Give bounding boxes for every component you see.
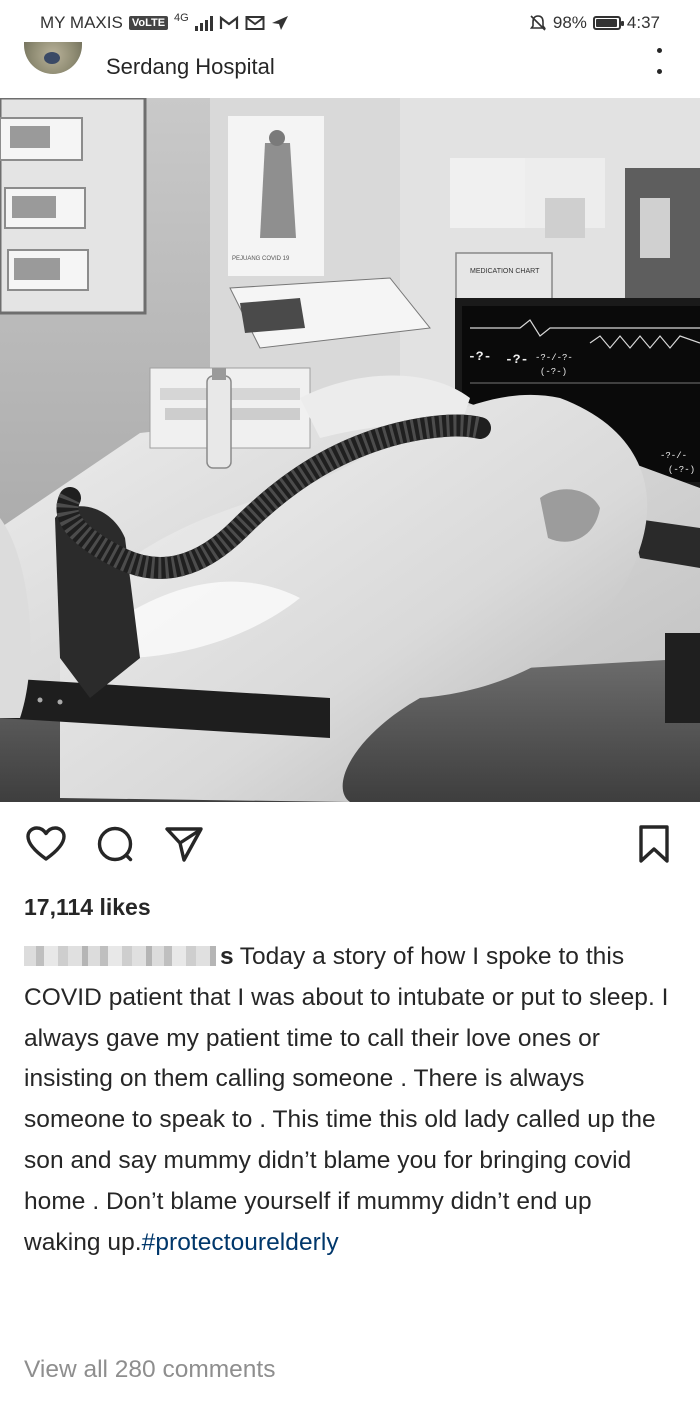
status-left: MY MAXIS VoLTE 4G — [40, 12, 289, 33]
like-button[interactable] — [24, 822, 68, 866]
monitor-reading-2: -?- — [505, 352, 528, 367]
save-button[interactable] — [632, 822, 676, 866]
view-comments-link[interactable]: View all 280 comments — [24, 1356, 275, 1384]
post-actions — [0, 822, 700, 878]
send-status-icon — [271, 16, 288, 30]
medication-chart-label: MEDICATION CHART — [470, 268, 540, 275]
bookmark-icon — [639, 825, 669, 863]
username-tail[interactable]: s — [220, 943, 234, 970]
poster-caption: PEJUANG COVID 19 — [232, 256, 290, 262]
carrier-name: MY MAXIS — [40, 13, 123, 32]
paper-plane-icon — [165, 827, 203, 862]
network-type: 4G — [174, 12, 189, 24]
post-caption: s Today a story of how I spoke to this CO… — [24, 937, 674, 1263]
comment-icon — [97, 826, 133, 862]
heart-icon — [26, 826, 66, 861]
share-button[interactable] — [162, 822, 206, 866]
volte-badge: VoLTE — [128, 16, 169, 30]
post-location[interactable]: Serdang Hospital — [106, 54, 275, 80]
monitor-reading-1: -?- — [468, 349, 491, 364]
monitor-reading-6: -?-/- — [660, 451, 687, 461]
avatar[interactable] — [24, 42, 82, 74]
monitor-reading-4: (-?-) — [540, 367, 567, 377]
clock: 4:37 — [626, 13, 660, 32]
gmail-icon — [219, 15, 238, 29]
more-options-icon[interactable] — [654, 48, 664, 74]
monitor-reading-7: (-?-) — [668, 465, 695, 475]
caption-text: Today a story of how I spoke to this COV… — [24, 943, 669, 1256]
likes-count[interactable]: 17,114 likes — [24, 894, 151, 921]
photo-illustration: PEJUANG COVID 19 MEDICATION CHART -?- -?… — [0, 98, 700, 802]
mail-icon — [245, 16, 265, 30]
status-right: 98% 4:37 — [529, 13, 660, 33]
hashtag-link[interactable]: #protectourelderly — [142, 1229, 339, 1256]
monitor-reading-3: -?-/-?- — [535, 353, 573, 363]
alarm-off-icon — [529, 15, 546, 31]
battery-icon — [592, 16, 624, 30]
post-photo[interactable]: PEJUANG COVID 19 MEDICATION CHART -?- -?… — [0, 98, 700, 802]
comment-button[interactable] — [93, 822, 137, 866]
battery-percent: 98% — [552, 13, 587, 32]
status-bar: MY MAXIS VoLTE 4G 98% 4:37 — [0, 0, 700, 46]
signal-icon — [194, 15, 213, 31]
post-header: Serdang Hospital — [0, 42, 700, 98]
blurred-username[interactable] — [24, 946, 216, 966]
